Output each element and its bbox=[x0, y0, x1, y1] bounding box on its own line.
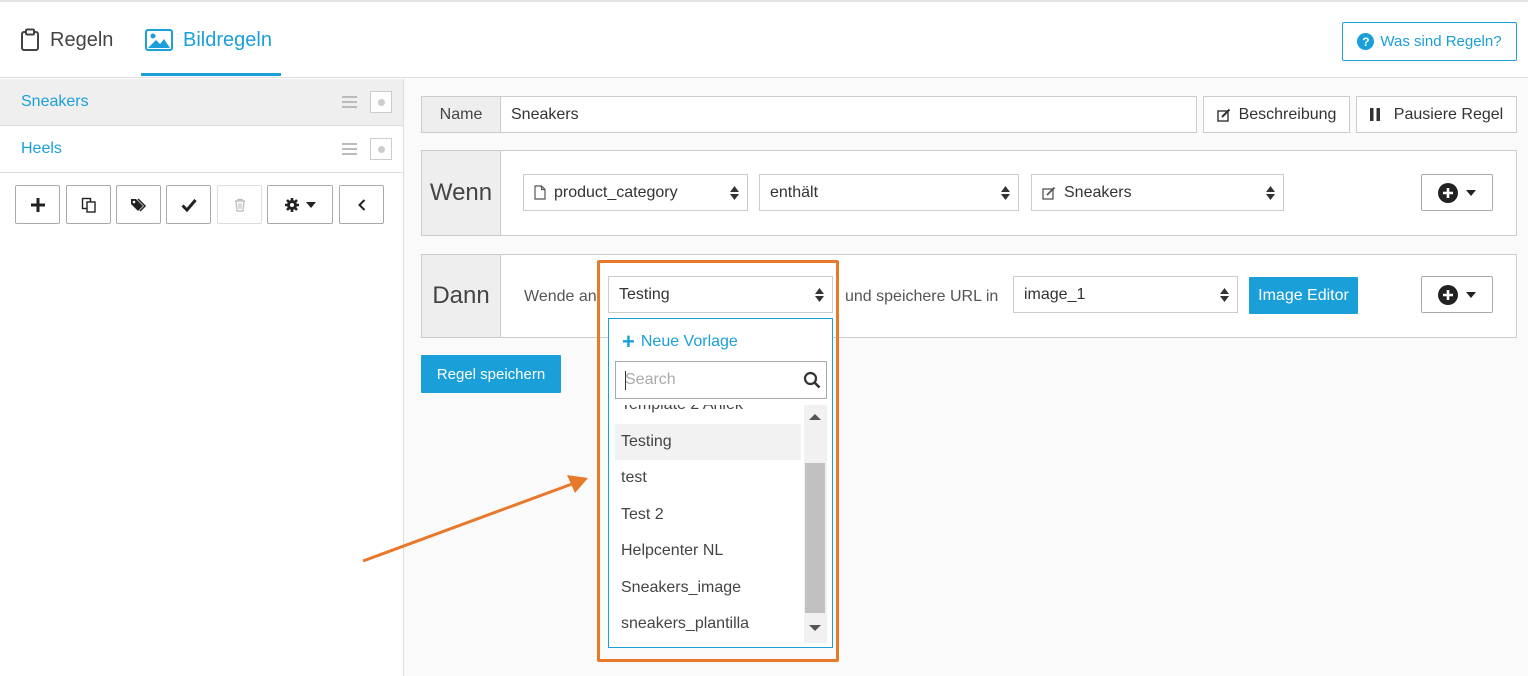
edit-icon bbox=[1216, 108, 1230, 122]
question-circle-icon: ? bbox=[1357, 33, 1375, 50]
sort-arrows-icon bbox=[815, 288, 824, 302]
plus-circle-icon bbox=[1438, 284, 1458, 305]
pause-rule-button[interactable]: Pausiere Regel bbox=[1356, 96, 1517, 133]
help-button-label: Was sind Regeln? bbox=[1380, 33, 1502, 50]
rule-item-label: Heels bbox=[21, 140, 62, 157]
condition-operator-select[interactable]: enthält bbox=[759, 174, 1019, 211]
drag-handle-icon[interactable] bbox=[342, 96, 357, 108]
help-button[interactable]: ? Was sind Regeln? bbox=[1342, 22, 1517, 61]
caret-down-icon bbox=[1466, 189, 1476, 196]
list-item[interactable]: Testing bbox=[615, 424, 801, 460]
rule-toggle[interactable] bbox=[370, 138, 392, 160]
template-select[interactable]: Testing bbox=[608, 276, 833, 313]
copy-rule-button[interactable] bbox=[66, 185, 111, 224]
delete-rule-button[interactable] bbox=[217, 185, 262, 224]
image-editor-button[interactable]: Image Editor bbox=[1249, 277, 1358, 314]
rule-editor: Name Sneakers Beschreibung Pausiere Rege… bbox=[404, 79, 1528, 676]
template-search-input[interactable] bbox=[625, 362, 795, 398]
file-icon bbox=[534, 185, 546, 200]
check-icon bbox=[180, 198, 197, 212]
active-tab-indicator bbox=[141, 73, 281, 76]
new-template-label: Neue Vorlage bbox=[640, 333, 738, 350]
tab-regeln-label: Regeln bbox=[50, 28, 114, 51]
rule-item-label: Sneakers bbox=[21, 93, 89, 110]
list-item[interactable]: Template 2 Aniek bbox=[615, 405, 801, 423]
rule-item-sneakers[interactable]: Sneakers bbox=[0, 79, 403, 126]
tab-bildregeln[interactable]: Bildregeln bbox=[145, 2, 272, 78]
caret-down-icon bbox=[306, 201, 316, 208]
new-template-link[interactable]: + Neue Vorlage bbox=[622, 331, 738, 353]
sort-arrows-icon bbox=[1266, 186, 1275, 200]
rules-sidebar: Sneakers Heels bbox=[0, 79, 404, 676]
condition-value-select[interactable]: Sneakers bbox=[1031, 174, 1284, 211]
url-field-select[interactable]: image_1 bbox=[1013, 276, 1238, 313]
image-icon bbox=[145, 29, 173, 51]
pause-icon bbox=[1369, 108, 1380, 121]
sort-arrows-icon bbox=[1220, 288, 1229, 302]
drag-handle-icon[interactable] bbox=[342, 143, 357, 155]
sort-arrows-icon bbox=[730, 186, 739, 200]
tab-bildregeln-label: Bildregeln bbox=[183, 28, 272, 51]
condition-panel: Wenn product_category enthält Sneakers bbox=[421, 150, 1517, 236]
condition-operator-value: enthält bbox=[770, 183, 819, 201]
rule-name-input[interactable]: Sneakers bbox=[500, 96, 1197, 133]
pause-rule-label: Pausiere Regel bbox=[1393, 105, 1504, 123]
condition-label: Wenn bbox=[422, 151, 501, 235]
tab-regeln[interactable]: Regeln bbox=[20, 2, 113, 78]
trash-icon bbox=[234, 198, 245, 212]
text-cursor bbox=[625, 371, 626, 390]
condition-field-select[interactable]: product_category bbox=[523, 174, 748, 211]
description-button[interactable]: Beschreibung bbox=[1203, 96, 1350, 133]
copy-icon bbox=[81, 197, 96, 213]
chevron-left-icon bbox=[357, 198, 365, 211]
list-item[interactable]: Sneakers_image bbox=[615, 570, 801, 606]
description-button-label: Beschreibung bbox=[1238, 105, 1337, 123]
save-url-label: und speichere URL in bbox=[845, 287, 999, 305]
scroll-down-icon[interactable] bbox=[809, 625, 821, 631]
rule-toggle[interactable] bbox=[370, 91, 392, 113]
edit-icon bbox=[1042, 186, 1056, 200]
confirm-rule-button[interactable] bbox=[166, 185, 211, 224]
list-item[interactable]: test bbox=[615, 460, 801, 496]
sort-arrows-icon bbox=[1001, 186, 1010, 200]
add-condition-button[interactable] bbox=[1421, 174, 1493, 211]
rule-item-heels[interactable]: Heels bbox=[0, 126, 403, 173]
clipboard-icon bbox=[20, 28, 40, 52]
save-rule-button[interactable]: Regel speichern bbox=[421, 355, 561, 393]
template-list-scrollbar[interactable] bbox=[804, 405, 827, 643]
scrollbar-thumb[interactable] bbox=[805, 463, 825, 613]
tags-icon bbox=[130, 197, 146, 212]
search-icon bbox=[803, 371, 821, 389]
list-item[interactable]: sneakers_plantilla bbox=[615, 606, 801, 642]
add-rule-button[interactable] bbox=[15, 185, 60, 224]
name-label: Name bbox=[421, 96, 501, 133]
template-list: Template 2 Aniek Testing test Test 2 Hel… bbox=[615, 405, 827, 643]
template-search bbox=[615, 361, 827, 399]
condition-field-value: product_category bbox=[554, 183, 678, 201]
plus-icon bbox=[30, 197, 45, 212]
gear-icon bbox=[285, 197, 299, 212]
url-field-value: image_1 bbox=[1024, 285, 1086, 303]
action-label: Dann bbox=[422, 255, 501, 337]
plus-icon: + bbox=[622, 329, 635, 354]
template-select-value: Testing bbox=[619, 285, 670, 303]
tag-rule-button[interactable] bbox=[116, 185, 161, 224]
list-item[interactable]: Helpcenter NL bbox=[615, 533, 801, 569]
condition-value-value: Sneakers bbox=[1064, 183, 1132, 201]
action-panel: Dann Wende an Testing und speichere URL … bbox=[421, 254, 1517, 338]
list-item[interactable]: Test 2 bbox=[615, 497, 801, 533]
tab-bar: Regeln Bildregeln ? Was sind Regeln? bbox=[0, 2, 1528, 78]
caret-down-icon bbox=[1466, 291, 1476, 298]
apply-label: Wende an bbox=[524, 287, 597, 305]
settings-dropdown-button[interactable] bbox=[267, 185, 333, 224]
template-dropdown: + Neue Vorlage Template 2 Aniek Testing … bbox=[608, 318, 833, 648]
scroll-up-icon[interactable] bbox=[809, 414, 821, 420]
collapse-sidebar-button[interactable] bbox=[339, 185, 384, 224]
add-action-button[interactable] bbox=[1421, 276, 1493, 313]
plus-circle-icon bbox=[1438, 182, 1458, 203]
